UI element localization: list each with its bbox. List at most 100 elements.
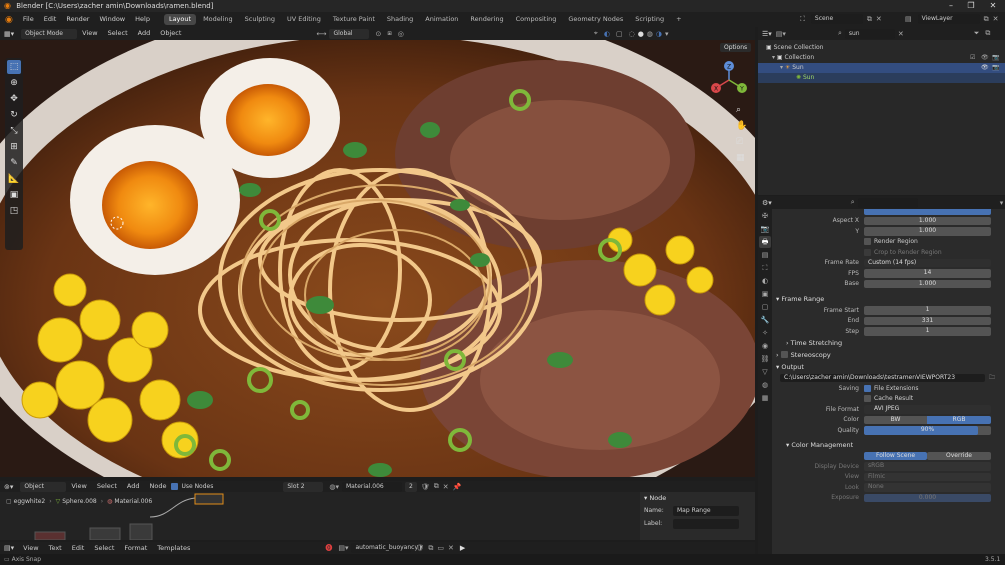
display-mode-icon[interactable]: ▤▾: [776, 30, 786, 38]
node-editor-type-icon[interactable]: ⊚▾: [0, 483, 17, 491]
duplicate-material-icon[interactable]: ⧉: [434, 482, 439, 491]
texture-tab-icon[interactable]: ▦: [759, 392, 771, 404]
folder-browse-icon[interactable]: 🗀: [989, 373, 995, 383]
viewport-options-button[interactable]: Options: [720, 43, 752, 52]
shading-solid-icon[interactable]: ●: [638, 30, 644, 38]
tab-layout[interactable]: Layout: [163, 14, 197, 25]
render-tab-icon[interactable]: 📷: [759, 223, 771, 235]
text-fake-user-icon[interactable]: 🛡: [415, 544, 424, 552]
menu-help[interactable]: Help: [130, 12, 155, 27]
move-tool-icon[interactable]: ✥: [7, 92, 21, 106]
tool-tab-icon[interactable]: ✠: [759, 210, 771, 222]
look-field[interactable]: None: [864, 483, 991, 492]
pivot-icon[interactable]: ⊙: [375, 30, 381, 38]
annotate-tool-icon[interactable]: ✎: [7, 156, 21, 170]
color-bw-button[interactable]: BW: [864, 415, 927, 424]
measure-tool-icon[interactable]: 📐: [7, 172, 21, 186]
new-collection-icon[interactable]: ⧉: [985, 29, 990, 38]
select-box-tool-icon[interactable]: ⬚: [7, 60, 21, 74]
crop-region-checkbox[interactable]: [864, 248, 871, 256]
shading-rendered-icon[interactable]: ◑: [656, 30, 662, 38]
fps-field[interactable]: 14: [864, 269, 991, 278]
delete-viewlayer-icon[interactable]: ✕: [993, 15, 999, 23]
tab-compositing[interactable]: Compositing: [511, 14, 562, 25]
color-management-panel-header[interactable]: ▾ Color Management: [772, 439, 1005, 451]
view-transform-field[interactable]: Filmic: [864, 472, 991, 481]
scene-field[interactable]: Scene: [810, 14, 863, 24]
frame-step-field[interactable]: 1: [864, 327, 991, 336]
xray-toggle-icon[interactable]: ▢: [616, 30, 623, 38]
properties-search-input[interactable]: [857, 197, 918, 208]
particles-tab-icon[interactable]: ✧: [759, 327, 771, 339]
shading-options-icon[interactable]: ▾: [665, 30, 669, 38]
physics-tab-icon[interactable]: ◉: [759, 340, 771, 352]
exposure-field[interactable]: 0.000: [864, 493, 991, 502]
tab-geometry-nodes[interactable]: Geometry Nodes: [563, 14, 628, 25]
follow-scene-button[interactable]: Follow Scene: [864, 451, 927, 460]
new-scene-icon[interactable]: ⧉: [867, 15, 872, 24]
cache-result-checkbox[interactable]: [864, 395, 871, 403]
outliner-type-icon[interactable]: ☰▾: [758, 30, 776, 38]
file-extensions-checkbox[interactable]: [864, 384, 871, 392]
collection-checkbox[interactable]: ☑: [970, 53, 975, 63]
visibility-eye-icon[interactable]: 👁: [981, 53, 989, 63]
proportional-icon[interactable]: ◎: [398, 30, 404, 38]
tab-modeling[interactable]: Modeling: [198, 14, 238, 25]
clear-search-icon[interactable]: ✕: [898, 30, 904, 38]
pin-icon[interactable]: 📌: [453, 483, 462, 491]
tab-animation[interactable]: Animation: [420, 14, 463, 25]
cursor-tool-icon[interactable]: ⊕: [7, 76, 21, 90]
frame-end-field[interactable]: 331: [864, 316, 991, 325]
menu-window[interactable]: Window: [94, 12, 130, 27]
blender-menu-icon[interactable]: ◉: [0, 15, 18, 25]
render-camera-icon[interactable]: 📷: [992, 53, 999, 63]
pan-hand-icon[interactable]: ✋: [736, 118, 747, 134]
outliner-search-input[interactable]: sun: [844, 28, 895, 39]
viewport-menu-object[interactable]: Object: [155, 27, 186, 40]
view-layer-tab-icon[interactable]: ▤: [759, 249, 771, 261]
overlay-toggle-icon[interactable]: ◐: [604, 30, 610, 38]
text-menu-templates[interactable]: Templates: [152, 542, 195, 555]
node-name-field[interactable]: Map Range: [673, 505, 739, 516]
minimize-button[interactable]: –: [942, 0, 960, 12]
text-menu-view[interactable]: View: [18, 542, 43, 555]
viewport-menu-view[interactable]: View: [77, 27, 102, 40]
material-users-count[interactable]: 2: [404, 481, 417, 492]
aspect-x-field[interactable]: 1.000: [864, 216, 991, 225]
output-panel-header[interactable]: ▾ Output: [772, 361, 1005, 373]
material-field[interactable]: Material.006: [341, 481, 402, 492]
color-rgb-button[interactable]: RGB: [927, 415, 991, 424]
viewport-menu-add[interactable]: Add: [133, 27, 156, 40]
fake-user-icon[interactable]: 🛡: [421, 483, 430, 491]
slot-dropdown[interactable]: Slot 2: [283, 481, 324, 492]
outliner-row-scene-collection[interactable]: ▣ Scene Collection: [758, 43, 1005, 53]
use-nodes-checkbox[interactable]: [171, 483, 179, 490]
scale-tool-icon[interactable]: ⤡: [7, 124, 21, 138]
render-camera-icon[interactable]: 📷: [992, 63, 999, 73]
text-open-icon[interactable]: ▭: [437, 544, 444, 552]
rotate-tool-icon[interactable]: ↻: [7, 108, 21, 122]
stereoscopy-panel-header[interactable]: › Stereoscopy: [772, 349, 1005, 361]
close-button[interactable]: ✕: [984, 0, 1002, 12]
add-workspace-button[interactable]: +: [671, 14, 686, 25]
outliner-row-collection[interactable]: ▾ ▣ Collection ☑ 👁 📷: [758, 53, 1005, 63]
properties-options-icon[interactable]: ▾: [1000, 199, 1004, 207]
menu-file[interactable]: File: [18, 12, 39, 27]
node-object-dropdown[interactable]: Object: [20, 481, 67, 492]
text-menu-text[interactable]: Text: [44, 542, 67, 555]
base-field[interactable]: 1.000: [864, 279, 991, 288]
node-panel-title[interactable]: ▾ Node: [640, 492, 755, 504]
world-tab-icon[interactable]: ◐: [759, 275, 771, 287]
scene-tab-icon[interactable]: ⛶: [759, 262, 771, 274]
editor-type-icon[interactable]: ▦▾: [0, 30, 18, 38]
node-label-field[interactable]: [673, 518, 739, 529]
camera-view-icon[interactable]: ⎚: [736, 134, 747, 150]
object-tab-icon[interactable]: ▢: [759, 301, 771, 313]
output-path-field[interactable]: C:\Users\zacher amin\Downloads\testramen…: [780, 373, 985, 382]
frame-start-field[interactable]: 1: [864, 306, 991, 315]
3d-viewport[interactable]: [0, 40, 755, 477]
menu-edit[interactable]: Edit: [39, 12, 62, 27]
tab-rendering[interactable]: Rendering: [465, 14, 508, 25]
override-button[interactable]: Override: [927, 451, 991, 460]
file-format-dropdown[interactable]: AVI JPEG: [864, 405, 991, 414]
